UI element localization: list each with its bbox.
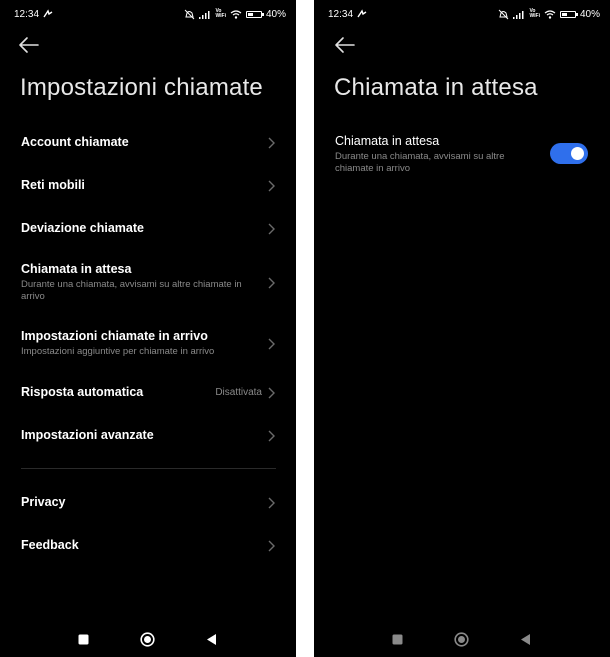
call-waiting-toggle[interactable]: [550, 143, 588, 164]
triangle-back-icon[interactable]: [520, 633, 531, 646]
settings-item-label: Privacy: [21, 495, 66, 509]
square-recents-icon[interactable]: [392, 634, 403, 645]
screenshot-canvas: 12:34 Vo WiFi 40% Impostazioni chiamate …: [0, 0, 610, 657]
settings-item-label: Deviazione chiamate: [21, 221, 144, 235]
volte-icon: Vo WiFi: [529, 8, 540, 19]
settings-item-deviazione-chiamate[interactable]: Deviazione chiamate: [0, 221, 296, 236]
mute-icon: [498, 9, 509, 20]
chevron-right-icon: [268, 387, 275, 398]
status-bar: 12:34 Vo WiFi 40%: [14, 6, 286, 22]
page-title: Chiamata in attesa: [334, 74, 538, 101]
section-divider: [21, 468, 276, 469]
settings-item-impostazioni-chiamate-in-arrivo[interactable]: Impostazioni chiamate in arrivo Impostaz…: [0, 329, 296, 358]
settings-item-label: Account chiamate: [21, 135, 129, 149]
triangle-back-icon[interactable]: [206, 633, 217, 646]
status-time: 12:34: [14, 8, 40, 20]
settings-item-feedback[interactable]: Feedback: [0, 538, 296, 553]
battery-fill: [247, 12, 253, 16]
chevron-right-icon: [268, 540, 275, 551]
navigation-bar: [0, 629, 296, 649]
page-title: Impostazioni chiamate: [20, 74, 263, 101]
chevron-right-icon: [268, 223, 275, 234]
settings-item-impostazioni-avanzate[interactable]: Impostazioni avanzate: [0, 428, 296, 443]
toggle-knob: [571, 147, 584, 160]
status-bar: 12:34 Vo WiFi 40%: [328, 6, 600, 22]
call-settings-screen: 12:34 Vo WiFi 40% Impostazioni chiamate …: [0, 0, 296, 657]
settings-item-reti-mobili[interactable]: Reti mobili: [0, 178, 296, 193]
signal-icon: [513, 10, 525, 19]
battery-fill: [561, 12, 567, 16]
settings-item-privacy[interactable]: Privacy: [0, 495, 296, 510]
settings-item-subtitle: Impostazioni aggiuntive per chiamate in …: [21, 346, 215, 357]
settings-item-label: Feedback: [21, 538, 79, 552]
data-saver-icon: [357, 9, 367, 19]
chevron-right-icon: [268, 497, 275, 508]
circle-home-icon[interactable]: [454, 632, 469, 647]
mute-icon: [184, 9, 195, 20]
wifi-icon: [544, 9, 556, 19]
volte-icon: Vo WiFi: [215, 8, 226, 19]
settings-item-label: Reti mobili: [21, 178, 85, 192]
square-recents-icon[interactable]: [78, 634, 89, 645]
circle-home-icon[interactable]: [140, 632, 155, 647]
chevron-right-icon: [268, 277, 275, 288]
settings-item-label: Chiamata in attesa: [21, 262, 132, 276]
back-arrow-icon[interactable]: [334, 36, 356, 54]
setting-subtitle: Durante una chiamata, avvisami su altre …: [335, 151, 505, 174]
status-time: 12:34: [328, 8, 354, 20]
setting-label: Chiamata in attesa: [335, 134, 440, 148]
chevron-right-icon: [268, 137, 275, 148]
settings-item-chiamata-in-attesa[interactable]: Chiamata in attesa Durante una chiamata,…: [0, 262, 296, 303]
data-saver-icon: [43, 9, 53, 19]
battery-icon: [559, 10, 578, 18]
navigation-bar: [314, 629, 610, 649]
battery-percent: 40%: [579, 8, 600, 20]
settings-item-account-chiamate[interactable]: Account chiamate: [0, 135, 296, 150]
back-arrow-icon[interactable]: [18, 36, 40, 54]
call-waiting-screen: 12:34 Vo WiFi 40% Chiamata in attesa Chi…: [314, 0, 610, 657]
wifi-icon: [230, 9, 242, 19]
chevron-right-icon: [268, 180, 275, 191]
settings-item-value: Disattivata: [215, 387, 262, 398]
chevron-right-icon: [268, 430, 275, 441]
chevron-right-icon: [268, 338, 275, 349]
battery-icon: [245, 10, 264, 18]
settings-item-label: Impostazioni chiamate in arrivo: [21, 329, 208, 343]
battery-percent: 40%: [265, 8, 286, 20]
settings-item-subtitle: Durante una chiamata, avvisami su altre …: [21, 279, 242, 302]
signal-icon: [199, 10, 211, 19]
settings-item-label: Impostazioni avanzate: [21, 428, 154, 442]
settings-item-risposta-automatica[interactable]: Risposta automatica Disattivata: [0, 385, 296, 400]
